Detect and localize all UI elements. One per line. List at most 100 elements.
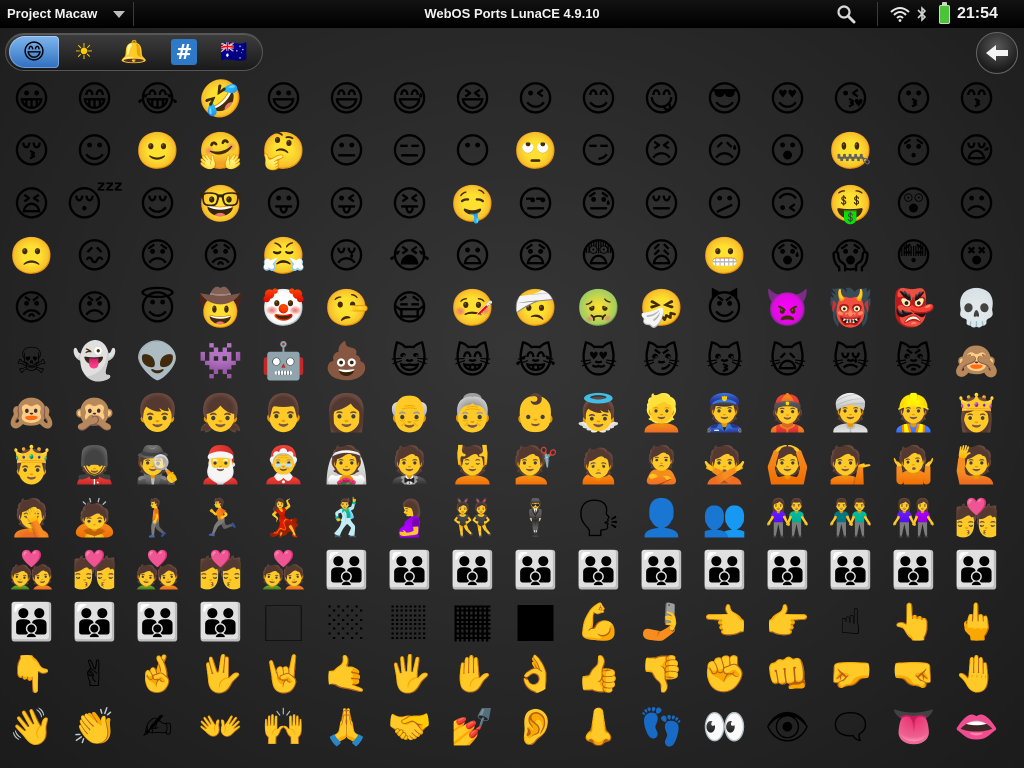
category-nature[interactable]: ☀ — [59, 36, 109, 68]
emoji-cell[interactable]: 😃 — [252, 74, 315, 126]
emoji-cell[interactable]: 😲 — [882, 179, 945, 231]
emoji-cell[interactable]: 👱 — [630, 388, 693, 440]
emoji-cell[interactable]: 🤘 — [252, 649, 315, 701]
emoji-cell[interactable]: 😋 — [630, 74, 693, 126]
emoji-cell[interactable]: 🤦 — [0, 492, 63, 544]
emoji-cell[interactable]: 😁 — [63, 74, 126, 126]
emoji-cell[interactable]: 😤 — [252, 231, 315, 283]
emoji-cell[interactable]: 😩 — [630, 231, 693, 283]
emoji-cell[interactable]: 💑 — [252, 545, 315, 597]
emoji-cell[interactable]: 😵 — [945, 231, 1008, 283]
emoji-cell[interactable]: 👫 — [756, 492, 819, 544]
battery-icon[interactable] — [939, 2, 950, 24]
emoji-cell[interactable]: 🤥 — [315, 283, 378, 335]
emoji-cell[interactable]: 🏼 — [315, 597, 378, 649]
category-flags[interactable]: 🇦🇺 — [209, 36, 259, 68]
emoji-cell[interactable]: 👪 — [945, 545, 1008, 597]
emoji-cell[interactable]: 😝 — [378, 179, 441, 231]
emoji-cell[interactable]: 😸 — [441, 335, 504, 387]
emoji-cell[interactable]: 🖐 — [378, 649, 441, 701]
emoji-cell[interactable]: 👄 — [945, 702, 1008, 754]
emoji-cell[interactable]: 👐 — [189, 702, 252, 754]
emoji-cell[interactable]: 👪 — [756, 545, 819, 597]
emoji-cell[interactable]: 🤤 — [441, 179, 504, 231]
emoji-cell[interactable]: 🕴 — [504, 492, 567, 544]
emoji-cell[interactable]: 🤜 — [882, 649, 945, 701]
emoji-cell[interactable]: 🙇 — [63, 492, 126, 544]
emoji-cell[interactable]: 😱 — [819, 231, 882, 283]
emoji-cell[interactable]: 😅 — [378, 74, 441, 126]
emoji-cell[interactable]: 👪 — [441, 545, 504, 597]
emoji-cell[interactable]: 👼 — [567, 388, 630, 440]
emoji-cell[interactable]: 😨 — [567, 231, 630, 283]
emoji-cell[interactable]: 🖖 — [189, 649, 252, 701]
emoji-cell[interactable]: 😌 — [126, 179, 189, 231]
emoji-cell[interactable]: 👻 — [63, 335, 126, 387]
clock[interactable]: 21:54 — [957, 0, 998, 28]
emoji-cell[interactable]: 🕵 — [126, 440, 189, 492]
emoji-cell[interactable]: ☺ — [63, 126, 126, 178]
emoji-cell[interactable]: 🤑 — [819, 179, 882, 231]
emoji-cell[interactable]: 🙈 — [945, 335, 1008, 387]
search-icon[interactable] — [836, 4, 856, 24]
emoji-cell[interactable]: 🏃 — [189, 492, 252, 544]
emoji-cell[interactable]: ✍ — [126, 702, 189, 754]
emoji-cell[interactable]: 👮 — [693, 388, 756, 440]
emoji-cell[interactable]: 😛 — [252, 179, 315, 231]
emoji-cell[interactable]: 👀 — [693, 702, 756, 754]
emoji-cell[interactable]: 😘 — [819, 74, 882, 126]
emoji-cell[interactable]: 😍 — [756, 74, 819, 126]
emoji-cell[interactable]: 💇 — [504, 440, 567, 492]
emoji-cell[interactable]: 😗 — [882, 74, 945, 126]
emoji-cell[interactable]: 👃 — [567, 702, 630, 754]
emoji-cell[interactable]: ☠ — [0, 335, 63, 387]
emoji-cell[interactable]: 👅 — [882, 702, 945, 754]
emoji-cell[interactable]: 😣 — [630, 126, 693, 178]
emoji-cell[interactable]: 🤵 — [378, 440, 441, 492]
emoji-cell[interactable]: 🤣 — [189, 74, 252, 126]
emoji-cell[interactable]: 🚶 — [126, 492, 189, 544]
emoji-cell[interactable]: 🙁 — [0, 231, 63, 283]
emoji-cell[interactable]: 🙀 — [756, 335, 819, 387]
emoji-cell[interactable]: 🏻 — [252, 597, 315, 649]
emoji-cell[interactable]: 😒 — [504, 179, 567, 231]
emoji-cell[interactable]: 👈 — [693, 597, 756, 649]
emoji-cell[interactable]: 🏿 — [504, 597, 567, 649]
app-menu[interactable]: Project Macaw — [7, 0, 126, 28]
emoji-cell[interactable]: 😡 — [0, 283, 63, 335]
emoji-cell[interactable]: 👩 — [315, 388, 378, 440]
emoji-cell[interactable]: 👪 — [378, 545, 441, 597]
emoji-cell[interactable]: 👪 — [693, 545, 756, 597]
emoji-cell[interactable]: 👉 — [756, 597, 819, 649]
emoji-cell[interactable]: 🗨 — [819, 702, 882, 754]
emoji-cell[interactable]: 👵 — [441, 388, 504, 440]
emoji-cell[interactable]: 💀 — [945, 283, 1008, 335]
emoji-cell[interactable]: 😢 — [315, 231, 378, 283]
emoji-cell[interactable]: 👶 — [504, 388, 567, 440]
emoji-cell[interactable]: 😾 — [882, 335, 945, 387]
emoji-cell[interactable]: 💏 — [945, 492, 1008, 544]
emoji-cell[interactable]: ☹ — [945, 179, 1008, 231]
emoji-cell[interactable]: 😭 — [378, 231, 441, 283]
emoji-cell[interactable]: 🤰 — [378, 492, 441, 544]
emoji-cell[interactable]: ✊ — [693, 649, 756, 701]
emoji-cell[interactable]: 🤢 — [567, 283, 630, 335]
emoji-cell[interactable]: 😿 — [819, 335, 882, 387]
emoji-cell[interactable]: 😓 — [567, 179, 630, 231]
emoji-cell[interactable]: ✌ — [63, 649, 126, 701]
emoji-cell[interactable]: 👥 — [693, 492, 756, 544]
emoji-cell[interactable]: 💏 — [63, 545, 126, 597]
emoji-cell[interactable]: 😯 — [882, 126, 945, 178]
emoji-cell[interactable]: 👪 — [630, 545, 693, 597]
emoji-cell[interactable]: 😔 — [630, 179, 693, 231]
emoji-cell[interactable]: 🤚 — [945, 649, 1008, 701]
emoji-cell[interactable]: 🤔 — [252, 126, 315, 178]
emoji-cell[interactable]: 🤓 — [189, 179, 252, 231]
emoji-cell[interactable]: 🤶 — [252, 440, 315, 492]
emoji-cell[interactable]: 👪 — [882, 545, 945, 597]
emoji-cell[interactable]: 👪 — [189, 597, 252, 649]
emoji-cell[interactable]: 💪 — [567, 597, 630, 649]
emoji-cell[interactable]: 👪 — [0, 597, 63, 649]
emoji-cell[interactable]: 👴 — [378, 388, 441, 440]
emoji-cell[interactable]: 🤠 — [189, 283, 252, 335]
